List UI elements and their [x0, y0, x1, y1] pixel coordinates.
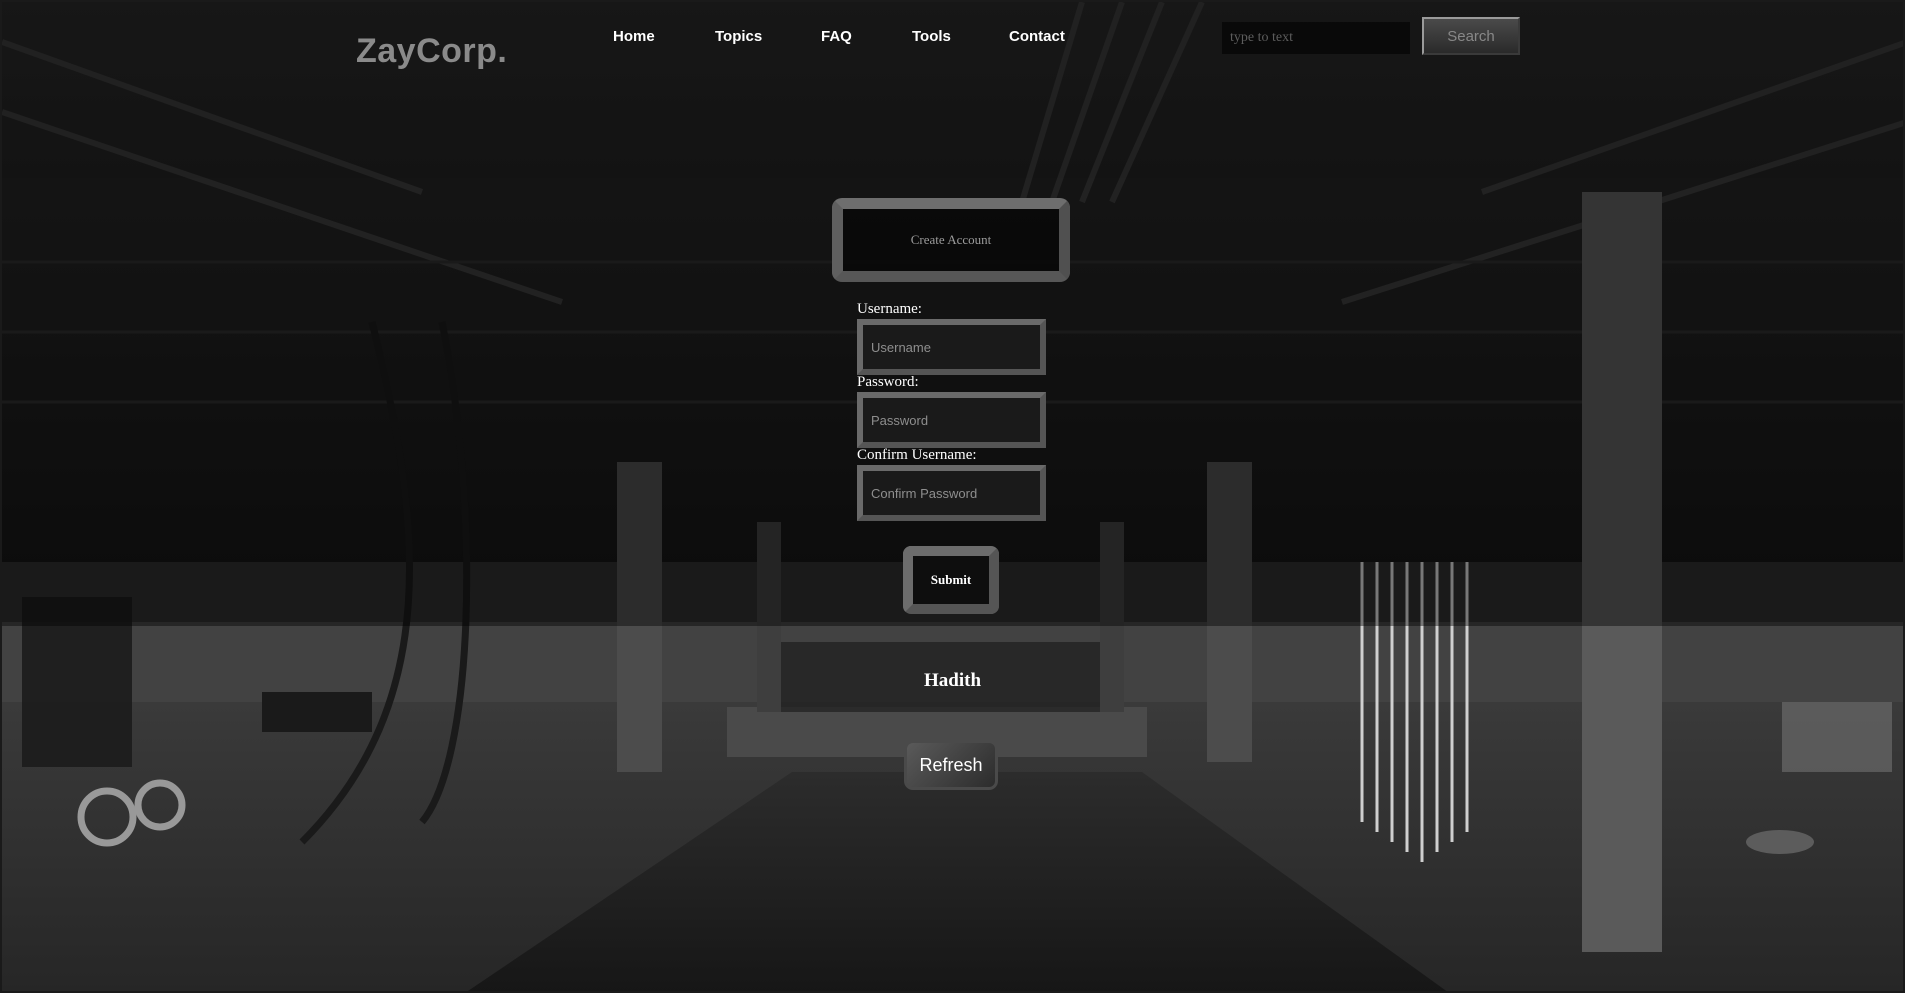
- password-field[interactable]: [857, 392, 1046, 448]
- site-logo[interactable]: ZayCorp.: [356, 32, 507, 71]
- username-field[interactable]: [857, 319, 1046, 375]
- refresh-button[interactable]: Refresh: [904, 740, 998, 790]
- submit-button[interactable]: Submit: [903, 546, 999, 614]
- confirm-password-field[interactable]: [857, 465, 1046, 521]
- hadith-title: Hadith: [924, 670, 982, 691]
- header-overlay: [2, 2, 1903, 178]
- nav-faq[interactable]: FAQ: [821, 28, 852, 45]
- search-input[interactable]: [1222, 22, 1410, 54]
- search-button[interactable]: Search: [1422, 17, 1520, 55]
- nav-topics[interactable]: Topics: [715, 28, 762, 45]
- nav-tools[interactable]: Tools: [912, 28, 951, 45]
- username-label: Username:: [857, 301, 922, 317]
- nav-home[interactable]: Home: [613, 28, 655, 45]
- create-account-heading: Create Account: [832, 198, 1070, 282]
- create-account-title: Create Account: [910, 232, 992, 247]
- page: ZayCorp. Home Topics FAQ Tools Contact S…: [0, 0, 1905, 993]
- nav-contact[interactable]: Contact: [1009, 28, 1065, 45]
- password-label: Password:: [857, 374, 919, 390]
- confirm-username-label: Confirm Username:: [857, 447, 977, 463]
